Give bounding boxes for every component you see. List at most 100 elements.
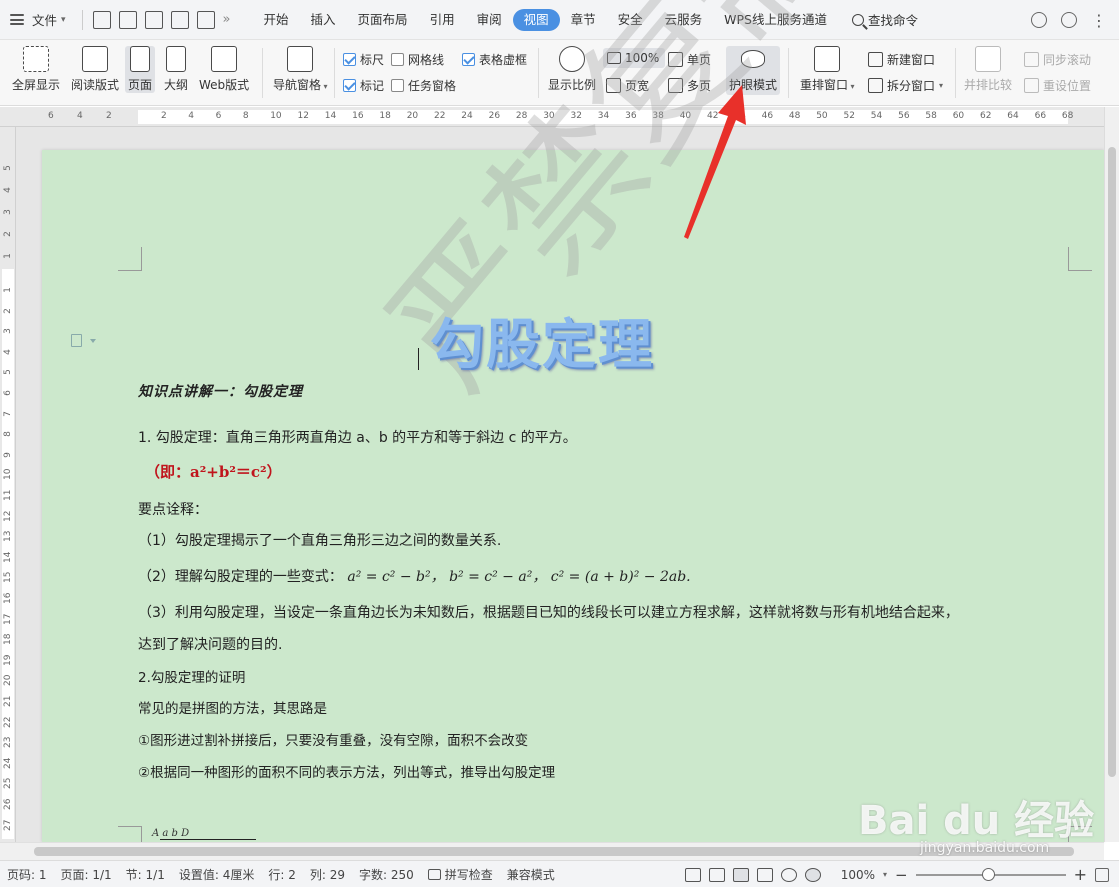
paragraph-layout-icon[interactable]	[71, 334, 82, 347]
sync-scroll-button[interactable]: 同步滚动	[1024, 51, 1091, 68]
table-gridlines-checkbox[interactable]: 表格虚框	[462, 51, 527, 68]
ruler-tick-label: 22	[434, 111, 446, 121]
zoom-slider-handle[interactable]	[981, 867, 995, 881]
ruler-tick-label: 25	[3, 777, 13, 790]
scrollbar-thumb[interactable]	[34, 847, 1074, 856]
zoom-out-button[interactable]: −	[895, 866, 908, 884]
ribbon-divider	[334, 48, 335, 98]
page-width-button[interactable]: 页宽	[606, 77, 649, 94]
tab-view[interactable]: 视图	[512, 8, 560, 31]
reading-layout-button[interactable]: 阅读版式	[71, 46, 119, 93]
vertical-ruler[interactable]: 5 4 3 2 1 1 2 3 4 5 6 7 8 9 10 11 12 13 14 15 16 17 18 19 20 21 22…	[0, 127, 16, 842]
chevron-down-icon: ▾	[939, 81, 944, 90]
eye-icon[interactable]	[804, 867, 821, 882]
tab-wps-online[interactable]: WPS线上服务通道	[713, 9, 838, 31]
rearrange-windows-button[interactable]: 重排窗口 ▾	[800, 46, 855, 93]
new-window-button[interactable]: 新建窗口	[868, 51, 935, 68]
vertical-scrollbar[interactable]	[1104, 107, 1119, 842]
fullscreen-icon[interactable]	[684, 867, 701, 882]
ruler-tick-label: 6	[3, 390, 13, 396]
more-icon[interactable]	[1095, 867, 1109, 882]
status-word-count[interactable]: 字数: 250	[352, 866, 421, 883]
web-layout-label: Web版式	[199, 78, 250, 92]
ribbon-tabs: 开始 插入 页面布局 引用 审阅 视图 章节 安全 云服务 WPS线上服务通道	[253, 0, 838, 40]
scrollbar-thumb[interactable]	[1108, 147, 1116, 777]
tab-review[interactable]: 审阅	[466, 9, 513, 31]
gridlines-checkbox[interactable]: 网格线	[391, 51, 444, 68]
eye-protection-mode-button[interactable]: 护眼模式	[726, 46, 781, 95]
ruler-tick-label: 14	[3, 551, 13, 563]
margin-corner-mark	[118, 247, 142, 271]
web-layout-button[interactable]: Web版式	[199, 46, 249, 93]
more-options-icon[interactable]: ⋮	[1091, 11, 1107, 30]
print-icon[interactable]	[170, 10, 189, 29]
tab-insert[interactable]: 插入	[300, 9, 347, 31]
gear-icon[interactable]	[1061, 12, 1077, 28]
multi-page-button[interactable]: 多页	[668, 77, 711, 94]
spell-check-button[interactable]: 拼写检查	[421, 866, 500, 883]
window-controls: ⋮	[1031, 0, 1107, 40]
ribbon-divider	[538, 48, 539, 98]
page-layout-button[interactable]: 页面	[125, 46, 156, 93]
feedback-icon[interactable]	[1031, 12, 1047, 28]
side-by-side-button[interactable]: 并排比较	[964, 46, 1012, 93]
outline-button[interactable]: 大纲	[164, 46, 188, 93]
multi-page-icon	[668, 78, 683, 93]
more-chevron-icon[interactable]: »	[223, 12, 231, 27]
navigation-pane-button[interactable]: 导航窗格 ▾	[273, 46, 328, 93]
page-layout-icon[interactable]	[732, 867, 749, 882]
task-pane-checkbox[interactable]: 任务窗格	[391, 77, 456, 94]
globe-icon	[211, 46, 238, 72]
chevron-down-icon[interactable]: ▾	[883, 870, 887, 879]
ruler-tick-label: 8	[242, 111, 249, 121]
marks-checkbox[interactable]: 标记	[343, 77, 384, 94]
globe-icon[interactable]	[780, 867, 797, 882]
ruler-tick-label: 34	[597, 111, 610, 121]
export-pdf-icon[interactable]	[144, 10, 163, 29]
figure-labels: A a b D	[152, 828, 190, 839]
tab-cloud[interactable]: 云服务	[654, 9, 714, 31]
status-setting-value[interactable]: 设置值: 4厘米	[172, 866, 262, 883]
zoom-level[interactable]: 100%	[841, 868, 875, 882]
ruler-tick-label: 7	[3, 410, 13, 417]
ruler-tick-label: 62	[980, 111, 992, 121]
print-preview-icon[interactable]	[196, 10, 215, 29]
status-page-number[interactable]: 页码: 1	[0, 866, 54, 883]
ruler-tick-label: 2	[3, 307, 13, 314]
reset-position-button[interactable]: 重设位置	[1024, 77, 1091, 94]
zoom-ratio-icon	[559, 46, 585, 72]
ruler-tick-label: 32	[570, 111, 582, 121]
horizontal-ruler[interactable]: 6 4 2 2 4 6 8 10 12 14 16 18 20 22 24 26 28 30 32 34 36 38 40 4…	[0, 107, 1119, 127]
ruler-checkbox[interactable]: 标尺	[343, 51, 384, 68]
split-window-button[interactable]: 拆分窗口 ▾	[868, 77, 943, 94]
navigation-pane-label: 导航窗格 ▾	[273, 78, 328, 92]
ruler-tick-label: 16	[352, 111, 364, 121]
tab-references[interactable]: 引用	[419, 9, 466, 31]
outline-icon[interactable]	[756, 867, 773, 882]
single-page-button[interactable]: 单页	[668, 51, 711, 68]
ruler-tick-label: 10	[3, 468, 13, 481]
tab-home[interactable]: 开始	[253, 9, 300, 31]
ribbon-divider	[788, 48, 789, 98]
status-bar-right: 100% ▾ − +	[684, 861, 1109, 887]
fullscreen-button[interactable]: 全屏显示	[12, 46, 60, 93]
open-folder-icon[interactable]	[92, 10, 111, 29]
tab-chapter[interactable]: 章节	[560, 9, 607, 31]
zoom-ratio-button[interactable]: 显示比例	[548, 46, 596, 93]
search-icon	[852, 13, 864, 26]
save-icon[interactable]	[118, 10, 137, 29]
ruler-tick-label: 2	[161, 111, 167, 121]
zoom-100-button[interactable]: 100%	[603, 48, 666, 68]
reading-layout-icon[interactable]	[708, 867, 725, 882]
search-command[interactable]: 查找命令	[852, 10, 918, 29]
paragraph-line: 要点诠释：	[138, 502, 208, 518]
zoom-slider[interactable]	[915, 867, 1066, 881]
zoom-in-button[interactable]: +	[1074, 865, 1087, 884]
tab-security[interactable]: 安全	[607, 9, 654, 31]
file-menu[interactable]: 文件 ▾	[0, 0, 66, 40]
status-section[interactable]: 节: 1/1	[119, 866, 172, 883]
status-page-count[interactable]: 页面: 1/1	[54, 866, 119, 883]
chevron-down-icon[interactable]	[90, 339, 96, 343]
status-column: 列: 29	[309, 867, 345, 882]
tab-page-layout[interactable]: 页面布局	[347, 9, 419, 31]
